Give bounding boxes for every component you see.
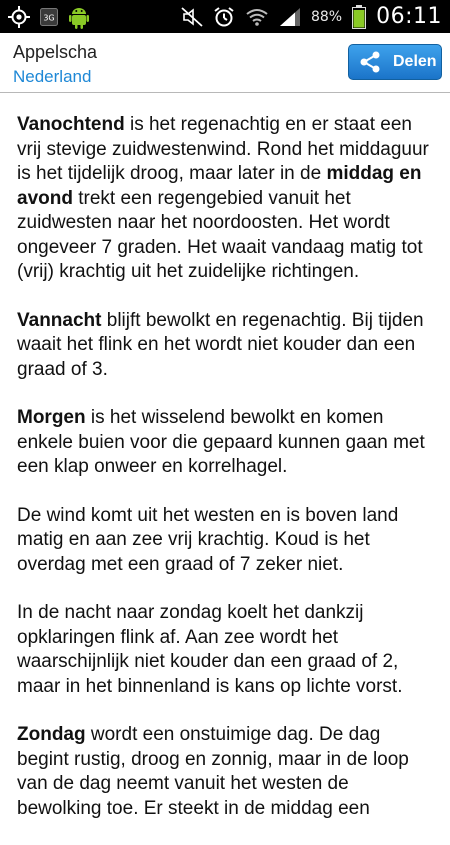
signal-icon (279, 5, 301, 29)
location-title: Appelscha (13, 42, 98, 62)
clock: 06:11 (376, 4, 442, 29)
status-bar-right: 88% 06:11 (181, 4, 442, 29)
paragraph-lead: Vanochtend (17, 114, 125, 135)
3g-icon: 3G (40, 5, 58, 29)
paragraph-text: In de nacht naar zondag koelt het dankzi… (17, 602, 403, 697)
paragraph-lead: Vannacht (17, 309, 102, 331)
battery-icon (352, 4, 367, 29)
wifi-icon (245, 5, 269, 29)
paragraph-text: trekt een regengebied vanuit het zuidwes… (17, 187, 423, 283)
battery-percent: 88% (310, 8, 343, 25)
alarm-icon (213, 5, 235, 29)
paragraph-lead: Morgen (17, 407, 86, 428)
mute-icon (181, 5, 203, 29)
forecast-content: Vanochtend is het regenachtig en er staa… (17, 113, 437, 845)
share-button[interactable]: Delen (348, 44, 442, 80)
forecast-paragraph: Zondag wordt een onstuimige dag. De dag … (17, 723, 437, 821)
location-country[interactable]: Nederland (13, 67, 91, 87)
network-type-text: 3G (43, 13, 54, 22)
forecast-paragraph: In de nacht naar zondag koelt het dankzi… (17, 601, 437, 699)
gps-crosshair-icon (8, 5, 30, 29)
share-button-label: Delen (393, 53, 437, 70)
forecast-paragraph: Vanochtend is het regenachtig en er staa… (17, 113, 437, 285)
forecast-paragraph: Vannacht blijft bewolkt en regenachtig. … (17, 309, 437, 383)
paragraph-text: De wind komt uit het westen en is boven … (17, 504, 399, 575)
forecast-paragraph: De wind komt uit het westen en is boven … (17, 504, 437, 578)
status-bar-left: 3G (8, 5, 90, 29)
action-bar: Appelscha Nederland Delen (0, 33, 450, 93)
android-robot-icon (68, 5, 90, 29)
forecast-paragraph: Morgen is het wisselend bewolkt en komen… (17, 406, 437, 480)
paragraph-lead: Zondag (17, 724, 86, 745)
status-bar: 3G 88% 06:11 (0, 0, 450, 33)
share-icon (359, 50, 381, 74)
